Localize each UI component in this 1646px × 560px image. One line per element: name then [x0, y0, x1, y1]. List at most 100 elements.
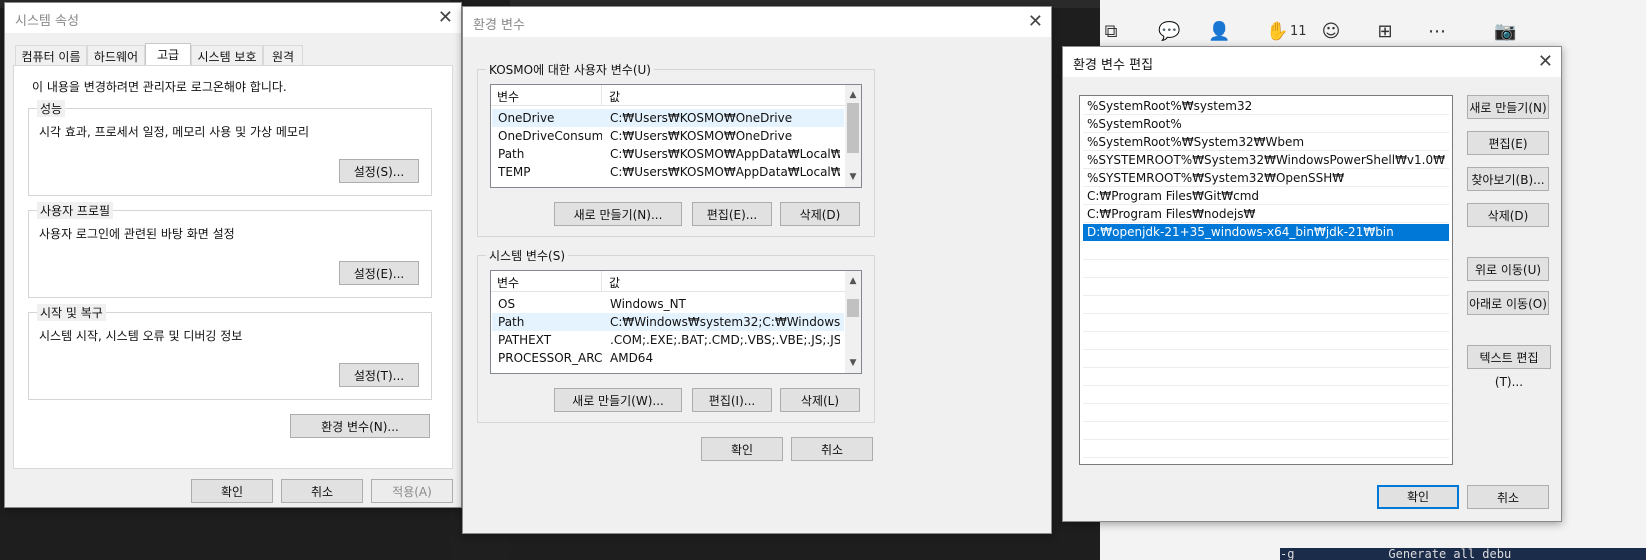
empty-list-slot[interactable] — [1083, 350, 1449, 368]
list-item[interactable]: %SYSTEMROOT%₩System32₩WindowsPowerShell₩… — [1083, 152, 1449, 169]
list-row[interactable]: PATHEXT .COM;.EXE;.BAT;.CMD;.VBS;.VBE;.J… — [492, 331, 844, 349]
empty-list-slot[interactable] — [1083, 440, 1449, 458]
scroll-down-icon[interactable]: ▼ — [845, 355, 861, 371]
variable-name: Path — [498, 315, 525, 329]
ok-button[interactable]: 확인 — [1377, 485, 1459, 509]
close-icon[interactable]: ✕ — [1538, 51, 1553, 72]
tab-hardware[interactable]: 하드웨어 — [87, 45, 145, 67]
empty-list-slot[interactable] — [1083, 278, 1449, 296]
more-icon[interactable]: ⋯ — [1426, 22, 1448, 42]
system-delete-button[interactable]: 삭제(L) — [780, 388, 860, 412]
apply-button[interactable]: 적용(A) — [371, 479, 453, 503]
tab-remote[interactable]: 원격 — [263, 45, 303, 67]
group-label: KOSMO에 대한 사용자 변수(U) — [486, 61, 654, 78]
empty-list-slot[interactable] — [1083, 296, 1449, 314]
empty-list-slot[interactable] — [1083, 386, 1449, 404]
move-down-button[interactable]: 아래로 이동(O) — [1467, 291, 1549, 315]
system-variables-list[interactable]: 변수 값 OS Windows_NT Path C:₩Windows₩syste… — [490, 270, 862, 374]
empty-list-slot[interactable] — [1083, 368, 1449, 386]
empty-list-slot[interactable] — [1083, 422, 1449, 440]
cancel-button[interactable]: 취소 — [281, 479, 363, 503]
list-item[interactable]: C:₩Program Files₩nodejs₩ — [1083, 206, 1449, 223]
list-item-selected[interactable]: D:₩openjdk-21+35_windows-x64_bin₩jdk-21₩… — [1083, 224, 1449, 241]
system-edit-button[interactable]: 편집(I)... — [692, 388, 772, 412]
user-delete-button[interactable]: 삭제(D) — [780, 202, 860, 226]
scroll-down-icon[interactable]: ▼ — [845, 169, 861, 185]
list-row[interactable]: OneDrive C:₩Users₩KOSMO₩OneDrive — [492, 109, 844, 127]
variable-value: Windows_NT — [610, 297, 686, 311]
scroll-up-icon[interactable]: ▲ — [845, 273, 861, 289]
list-item[interactable]: C:₩Program Files₩Git₩cmd — [1083, 188, 1449, 205]
browse-button[interactable]: 찾아보기(B)... — [1467, 167, 1549, 191]
list-row[interactable]: Path C:₩Windows₩system32;C:₩Windows;C:₩.… — [492, 313, 844, 331]
close-icon[interactable]: ✕ — [1028, 11, 1043, 32]
titlebar: 환경 변수 ✕ — [463, 7, 1051, 37]
profile-settings-button[interactable]: 설정(E)... — [339, 261, 419, 285]
participants-icon[interactable]: 👤 — [1208, 22, 1230, 42]
vertical-scrollbar[interactable]: ▲ ▼ — [845, 271, 861, 373]
variable-value: C:₩Users₩KOSMO₩OneDrive — [610, 111, 793, 125]
tab-system-protection[interactable]: 시스템 보호 — [191, 45, 263, 67]
titlebar: 시스템 속성 ✕ — [5, 3, 461, 33]
scroll-thumb[interactable] — [847, 299, 859, 317]
user-variables-group: KOSMO에 대한 사용자 변수(U) 변수 값 OneDrive C:₩Use… — [477, 61, 875, 237]
delete-button[interactable]: 삭제(D) — [1467, 203, 1549, 227]
empty-list-slot[interactable] — [1083, 404, 1449, 422]
system-new-button[interactable]: 새로 만들기(W)... — [554, 388, 682, 412]
list-row[interactable]: Path C:₩Users₩KOSMO₩AppData₩Local₩Micro.… — [492, 145, 844, 163]
ok-button[interactable]: 확인 — [191, 479, 273, 503]
list-row[interactable]: TEMP C:₩Users₩KOSMO₩AppData₩Local₩Temp — [492, 163, 844, 181]
dialog-title: 환경 변수 — [473, 18, 525, 33]
empty-list-slot[interactable] — [1083, 332, 1449, 350]
variable-name: TEMP — [498, 165, 531, 179]
edit-environment-variable-dialog: 환경 변수 편집 ✕ %SystemRoot%₩system32 %System… — [1062, 46, 1562, 522]
advanced-tab-panel: 이 내용을 변경하려면 관리자로 로그온해야 합니다. 성능 시각 효과, 프로… — [13, 65, 453, 469]
ok-button[interactable]: 확인 — [701, 437, 783, 461]
close-icon[interactable]: ✕ — [438, 7, 453, 28]
startup-recovery-group: 시작 및 복구 시스템 시작, 시스템 오류 및 디버깅 정보 설정(T)... — [28, 304, 432, 400]
popout-icon[interactable]: ⧉ — [1100, 22, 1122, 42]
user-new-button[interactable]: 새로 만들기(N)... — [554, 202, 682, 226]
performance-settings-button[interactable]: 설정(S)... — [339, 159, 419, 183]
cancel-button[interactable]: 취소 — [1467, 485, 1549, 509]
move-up-button[interactable]: 위로 이동(U) — [1467, 257, 1549, 281]
column-separator — [601, 271, 602, 291]
scroll-thumb[interactable] — [847, 103, 859, 153]
empty-list-slot[interactable] — [1083, 260, 1449, 278]
scroll-up-icon[interactable]: ▲ — [845, 87, 861, 103]
camera-off-icon[interactable]: 📷 — [1494, 22, 1516, 42]
empty-list-slot[interactable] — [1083, 242, 1449, 260]
list-item[interactable]: %SystemRoot%₩System32₩Wbem — [1083, 134, 1449, 151]
column-header-value[interactable]: 값 — [609, 274, 620, 291]
column-header-variable[interactable]: 변수 — [497, 274, 519, 291]
cancel-button[interactable]: 취소 — [791, 437, 873, 461]
view-grid-icon[interactable]: ⊞ — [1374, 22, 1396, 42]
list-row[interactable]: PROCESSOR_ARC... AMD64 — [492, 349, 844, 367]
raise-hand-icon[interactable]: ✋ — [1266, 22, 1288, 42]
user-variables-list[interactable]: 변수 값 OneDrive C:₩Users₩KOSMO₩OneDrive On… — [490, 84, 862, 188]
edit-text-button[interactable]: 텍스트 편집(T)... — [1467, 345, 1551, 389]
column-header-value[interactable]: 값 — [609, 88, 620, 105]
user-edit-button[interactable]: 편집(E)... — [692, 202, 772, 226]
column-header-variable[interactable]: 변수 — [497, 88, 519, 105]
list-row[interactable]: OneDriveConsumer C:₩Users₩KOSMO₩OneDrive — [492, 127, 844, 145]
tab-computer-name[interactable]: 컴퓨터 이름 — [15, 45, 87, 67]
vertical-scrollbar[interactable]: ▲ ▼ — [845, 85, 861, 187]
new-button[interactable]: 새로 만들기(N) — [1467, 95, 1549, 119]
edit-button[interactable]: 편집(E) — [1467, 131, 1549, 155]
environment-variables-button[interactable]: 환경 변수(N)... — [290, 414, 430, 438]
variable-name: PATHEXT — [498, 333, 552, 347]
variable-value: C:₩Users₩KOSMO₩AppData₩Local₩Micro... — [610, 147, 840, 161]
startup-settings-button[interactable]: 설정(T)... — [339, 363, 419, 387]
list-item[interactable]: %SystemRoot%₩system32 — [1083, 98, 1449, 115]
group-description: 시각 효과, 프로세서 일정, 메모리 사용 및 가상 메모리 — [39, 125, 309, 139]
list-item[interactable]: %SystemRoot% — [1083, 116, 1449, 133]
path-list[interactable]: %SystemRoot%₩system32 %SystemRoot% %Syst… — [1079, 95, 1453, 465]
variable-value: C:₩Users₩KOSMO₩OneDrive — [610, 129, 793, 143]
reactions-icon[interactable]: ☺ — [1320, 22, 1342, 42]
list-row[interactable]: OS Windows_NT — [492, 295, 844, 313]
empty-list-slot[interactable] — [1083, 314, 1449, 332]
variable-name: OS — [498, 297, 516, 311]
chat-icon[interactable]: 💬 — [1158, 22, 1180, 42]
list-item[interactable]: %SYSTEMROOT%₩System32₩OpenSSH₩ — [1083, 170, 1449, 187]
